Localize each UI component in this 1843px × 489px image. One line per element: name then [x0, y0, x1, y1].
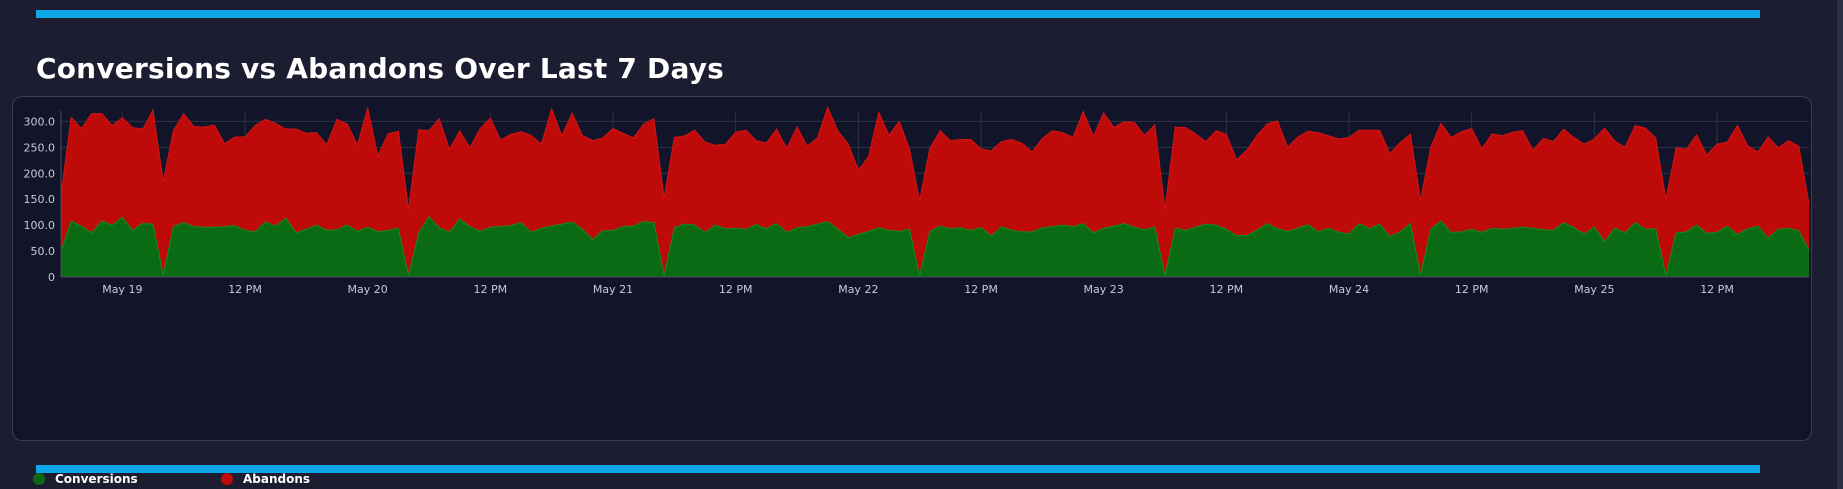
x-tick-label: May 24 [1329, 283, 1369, 296]
x-tick-label: 12 PM [719, 283, 753, 296]
area-chart[interactable]: 0 50.0 100.0 150.0 200.0 250.0 300.0 May 19 12 P… [13, 97, 1813, 442]
y-tick-label: 150.0 [24, 193, 56, 206]
y-tick-label: 200.0 [24, 167, 56, 180]
y-tick-label: 250.0 [24, 141, 56, 154]
page-scrollbar[interactable] [1837, 0, 1843, 489]
x-tick-label: 12 PM [228, 283, 262, 296]
x-tick-label: 12 PM [1210, 283, 1244, 296]
x-tick-label: May 25 [1574, 283, 1614, 296]
chart-title: Conversions vs Abandons Over Last 7 Days [36, 52, 725, 85]
abandons-dot-icon [221, 473, 233, 485]
y-tick-label: 50.0 [31, 245, 56, 258]
x-tick-label: May 23 [1084, 283, 1124, 296]
x-tick-label: May 19 [102, 283, 142, 296]
chart-panel: 0 50.0 100.0 150.0 200.0 250.0 300.0 May 19 12 P… [12, 96, 1813, 486]
top-accent-bar [36, 10, 1760, 18]
x-tick-label: May 20 [348, 283, 388, 296]
x-tick-label: 12 PM [474, 283, 508, 296]
legend-label-abandons: Abandons [243, 472, 311, 486]
x-tick-label: May 21 [593, 283, 633, 296]
legend-item-conversions[interactable]: Conversions [33, 471, 138, 487]
conversions-dot-icon [33, 473, 45, 485]
x-tick-label: 12 PM [1700, 283, 1734, 296]
y-tick-label: 300.0 [24, 115, 56, 128]
x-tick-label: 12 PM [964, 283, 998, 296]
y-tick-label: 100.0 [24, 219, 56, 232]
x-tick-label: May 22 [838, 283, 878, 296]
legend-label-conversions: Conversions [55, 472, 138, 486]
bottom-accent-bar [36, 465, 1760, 473]
x-tick-label: 12 PM [1455, 283, 1489, 296]
y-tick-label: 0 [48, 271, 55, 284]
legend-item-abandons[interactable]: Abandons [221, 471, 310, 487]
